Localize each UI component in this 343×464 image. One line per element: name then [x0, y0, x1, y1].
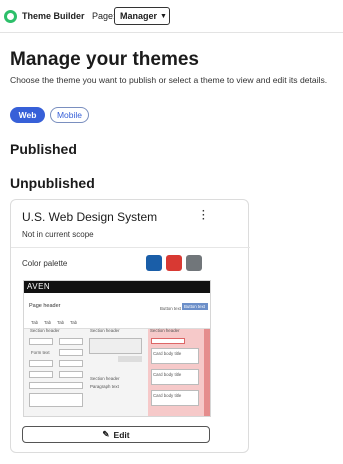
preview-section-header-1: Section header	[30, 328, 60, 333]
preview-tab-3: Tab	[57, 320, 65, 325]
page-select-value: Manager	[120, 11, 158, 21]
tab-web[interactable]: Web	[10, 107, 45, 123]
preview-card-title: Card body title	[153, 393, 182, 398]
published-heading: Published	[10, 141, 77, 157]
theme-card[interactable]: U.S. Web Design System · · · Not in curren…	[10, 199, 250, 453]
color-swatch-base	[186, 255, 202, 271]
preview-section-header-2: Section header	[90, 328, 120, 333]
preview-paragraph-text: Paragraph text	[90, 384, 119, 389]
card-divider	[11, 247, 250, 248]
page-title: Manage your themes	[10, 49, 199, 70]
preview-section-header-4: Section header	[150, 328, 180, 333]
preview-page-header: Page header	[29, 303, 61, 309]
preview-input	[59, 360, 83, 367]
preview-textarea	[29, 393, 83, 407]
preview-tab-2: Tab	[44, 320, 52, 325]
preview-link-text: Button text	[160, 306, 181, 311]
preview-input	[29, 371, 53, 378]
color-swatch-primary	[146, 255, 162, 271]
more-options-icon[interactable]: · · ·	[202, 207, 206, 225]
preview-navbar: AVEN	[24, 281, 210, 293]
preview-card-title: Card body title	[153, 372, 182, 377]
preview-button-label: Button text	[184, 304, 205, 309]
preview-input	[29, 338, 53, 345]
preview-field	[89, 338, 142, 354]
page-label: Page:	[92, 11, 116, 21]
preview-brand: AVEN	[27, 282, 51, 291]
preview-input	[151, 338, 185, 344]
preview-tab-4: Tab	[70, 320, 78, 325]
preview-header-area	[24, 293, 210, 329]
preview-disabled-button	[118, 356, 142, 362]
app-name: Theme Builder	[22, 11, 85, 21]
theme-preview[interactable]: AVEN Button text Button text Page header…	[23, 280, 211, 417]
preview-input	[29, 360, 53, 367]
preview-input	[29, 382, 83, 389]
preview-input	[59, 349, 83, 356]
preview-accent-strip	[204, 329, 210, 416]
pencil-icon: ✎	[102, 429, 110, 439]
edit-button-label: Edit	[113, 429, 130, 440]
edit-button[interactable]: ✎ Edit	[22, 426, 210, 443]
theme-card-title: U.S. Web Design System	[22, 210, 158, 224]
color-swatch-secondary	[166, 255, 182, 271]
page-subtitle: Choose the theme you want to publish or …	[10, 75, 328, 85]
page-select[interactable]: Manager ▼	[114, 7, 170, 25]
caret-down-icon: ▼	[160, 12, 167, 20]
preview-input	[59, 371, 83, 378]
theme-builder-logo-icon	[4, 10, 17, 23]
preview-card-title: Card body title	[153, 351, 182, 356]
top-bar: Theme Builder Page: Manager ▼	[0, 0, 343, 33]
tab-mobile[interactable]: Mobile	[50, 107, 89, 123]
preview-form-text: Form text	[31, 350, 50, 355]
color-palette-label: Color palette	[22, 259, 68, 268]
preview-tab-1: Tab	[31, 320, 39, 325]
preview-section-header-3: Section header	[90, 376, 120, 381]
theme-card-scope: Not in current scope	[22, 230, 94, 239]
preview-input	[59, 338, 83, 345]
unpublished-heading: Unpublished	[10, 175, 95, 191]
